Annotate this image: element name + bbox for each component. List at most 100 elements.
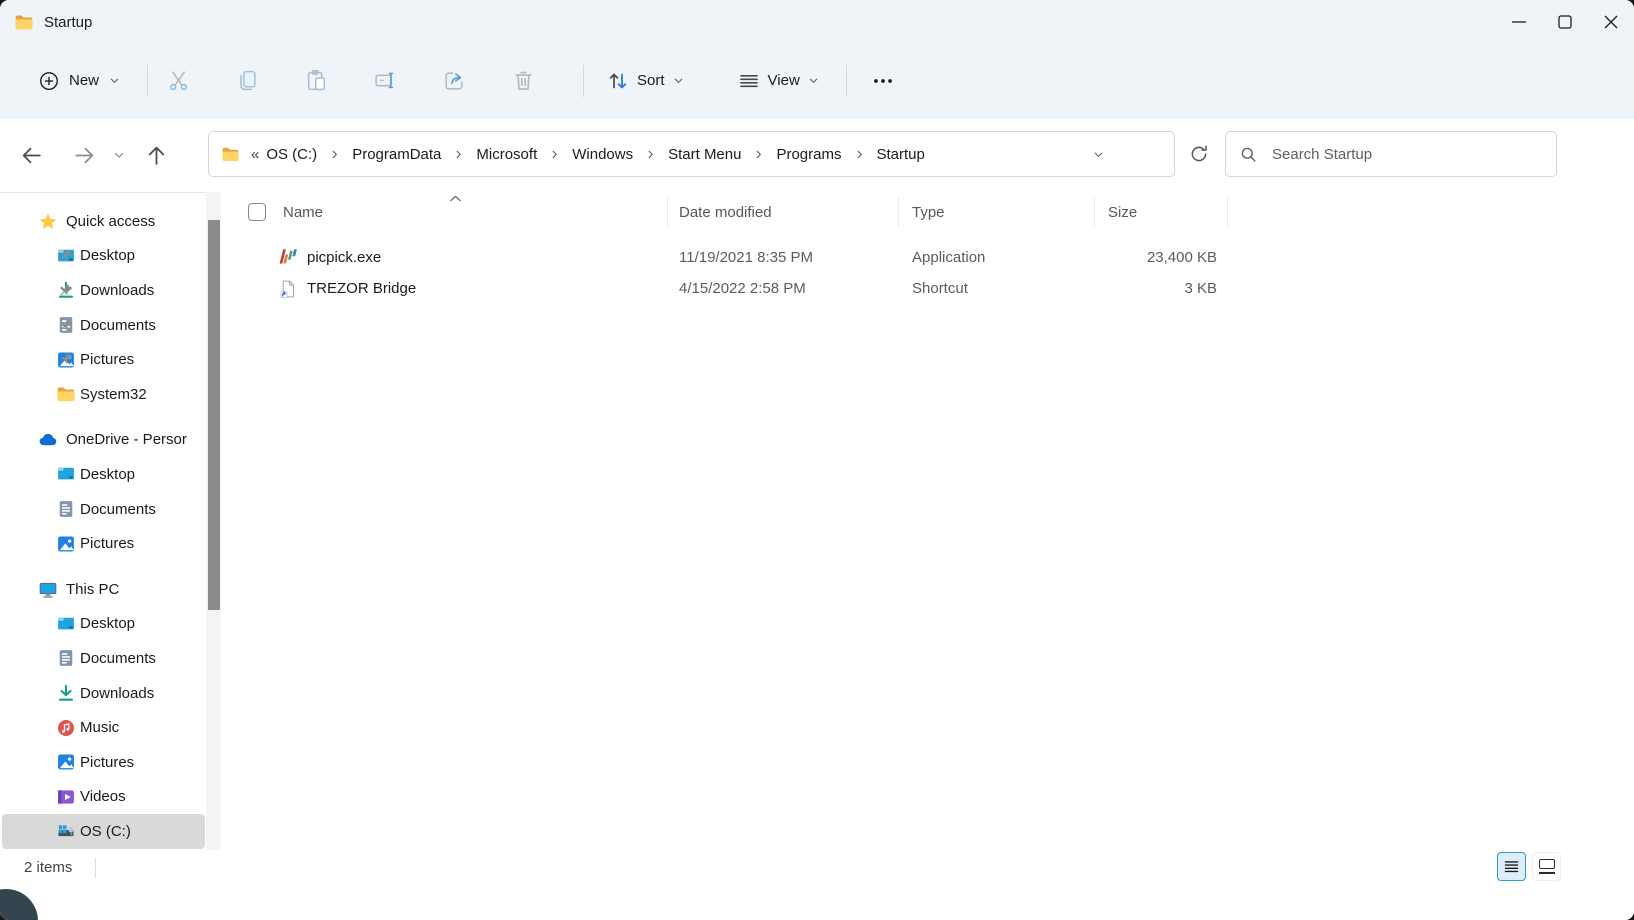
file-size: 23,400 KB (1147, 242, 1217, 273)
column-separator[interactable] (1094, 197, 1095, 227)
copy-button[interactable] (224, 58, 270, 104)
sort-icon (606, 69, 630, 93)
breadcrumb-chevron-icon (549, 149, 560, 160)
history-chevron-icon (112, 148, 126, 162)
view-button-label: View (768, 72, 800, 89)
sidebar-item-pictures[interactable]: Pictures (2, 526, 205, 561)
column-separator[interactable] (898, 197, 899, 227)
sidebar-item-os-c[interactable]: OS (C:) (2, 814, 205, 849)
sidebar-item-music[interactable]: Music (2, 710, 205, 745)
search-input[interactable] (1270, 145, 1524, 164)
sidebar-item-pictures[interactable]: Pictures (2, 745, 205, 780)
minimize-icon (1507, 10, 1531, 34)
sidebar-item-label: System32 (80, 386, 147, 403)
maximize-button[interactable] (1542, 0, 1588, 44)
share-button[interactable] (431, 58, 477, 104)
file-size: 3 KB (1184, 273, 1217, 304)
paste-button[interactable] (293, 58, 339, 104)
navigation-pane: Quick accessDesktopDownloadsDocumentsPic… (0, 192, 207, 850)
close-button[interactable] (1588, 0, 1634, 44)
pin-icon (56, 246, 76, 266)
sidebar-item-documents[interactable]: Documents (2, 308, 205, 343)
thumbnails-view-button[interactable] (1532, 852, 1561, 881)
forward-button[interactable] (72, 143, 96, 168)
minimize-button[interactable] (1496, 0, 1542, 44)
details-view-icon (1503, 858, 1520, 875)
sidebar-item-system32[interactable]: System32 (2, 377, 205, 412)
search-icon (1239, 145, 1258, 164)
view-lines-icon (737, 69, 761, 93)
new-button[interactable]: New (28, 62, 131, 100)
breadcrumb: OS (C:) ProgramData Microsoft Windows Start … (263, 144, 928, 165)
sidebar-item-label: This PC (66, 581, 119, 598)
breadcrumb-segment[interactable]: Windows (569, 144, 636, 165)
rename-icon (373, 68, 398, 93)
rename-button[interactable] (362, 58, 408, 104)
documents-icon (56, 499, 76, 519)
window-title: Startup (44, 14, 92, 31)
cut-button[interactable] (155, 58, 201, 104)
breadcrumb-segment[interactable]: Start Menu (665, 144, 744, 165)
breadcrumb-segment[interactable]: Startup (874, 144, 928, 165)
ellipsis-icon (870, 68, 896, 94)
breadcrumb-segment[interactable]: Microsoft (473, 144, 540, 165)
back-button[interactable] (19, 143, 43, 168)
column-header-size[interactable]: Size (1108, 192, 1137, 232)
sidebar-item-onedrive-persor[interactable]: OneDrive - Persor (2, 423, 205, 458)
column-header-name[interactable]: Name (283, 192, 323, 232)
sidebar-item-label: Quick access (66, 213, 155, 230)
column-header-type[interactable]: Type (912, 192, 945, 232)
sidebar-item-label: Desktop (80, 247, 135, 264)
pin-icon (56, 350, 76, 370)
file-name[interactable]: picpick.exe (307, 242, 381, 273)
address-bar[interactable]: « OS (C:) ProgramData Microsoft Windows Star… (208, 131, 1175, 177)
breadcrumb-segment[interactable]: OS (C:) (263, 144, 320, 165)
sort-button[interactable]: Sort (596, 61, 695, 101)
sidebar-item-documents[interactable]: Documents (2, 641, 205, 676)
breadcrumb-segment[interactable]: ProgramData (349, 144, 444, 165)
delete-button[interactable] (500, 58, 546, 104)
command-toolbar: New Sort View (0, 44, 1634, 118)
downloads-icon (56, 683, 76, 703)
share-icon (442, 68, 467, 93)
copy-icon (235, 68, 260, 93)
breadcrumb-segment[interactable]: Programs (773, 144, 844, 165)
sidebar-item-pictures[interactable]: Pictures (2, 342, 205, 377)
recent-locations-button[interactable] (112, 148, 126, 162)
file-name[interactable]: TREZOR Bridge (307, 273, 416, 304)
sidebar-item-desktop[interactable]: Desktop (2, 239, 205, 274)
file-row[interactable]: picpick.exe11/19/2021 8:35 PMApplication… (221, 242, 1634, 273)
view-button[interactable]: View (727, 61, 830, 101)
sidebar-scrollbar-thumb[interactable] (208, 220, 220, 610)
column-separator[interactable] (667, 197, 668, 227)
sidebar-item-downloads[interactable]: Downloads (2, 273, 205, 308)
sidebar-item-videos[interactable]: Videos (2, 780, 205, 815)
breadcrumb-collapsed-indicator[interactable]: « (251, 146, 259, 163)
refresh-button[interactable] (1184, 131, 1214, 177)
column-header-date-modified[interactable]: Date modified (679, 192, 772, 232)
column-separator[interactable] (1227, 197, 1228, 227)
details-view-button[interactable] (1497, 852, 1526, 881)
up-button[interactable] (144, 143, 168, 168)
refresh-icon (1188, 143, 1210, 165)
more-options-button[interactable] (863, 61, 903, 101)
sidebar-item-downloads[interactable]: Downloads (2, 676, 205, 711)
chevron-down-icon (807, 74, 820, 87)
file-date-modified: 4/15/2022 2:58 PM (679, 273, 806, 304)
select-all-checkbox[interactable] (248, 203, 266, 221)
sidebar-item-label: Desktop (80, 615, 135, 632)
address-dropdown-button[interactable] (1086, 132, 1111, 176)
file-row[interactable]: TREZOR Bridge4/15/2022 2:58 PMShortcut3 … (221, 273, 1634, 304)
status-bar: 2 items (0, 850, 1634, 920)
close-icon (1599, 10, 1623, 34)
sidebar-item-quick-access[interactable]: Quick access (2, 204, 205, 239)
sort-ascending-icon (448, 193, 463, 204)
sidebar-item-documents[interactable]: Documents (2, 492, 205, 527)
sidebar-item-desktop[interactable]: Desktop (2, 457, 205, 492)
view-toggles (1497, 852, 1561, 881)
sidebar-item-this-pc[interactable]: This PC (2, 572, 205, 607)
breadcrumb-chevron-icon (854, 149, 865, 160)
back-icon (19, 143, 44, 168)
sidebar-item-desktop[interactable]: Desktop (2, 607, 205, 642)
sidebar-scrollbar-track[interactable] (206, 192, 221, 850)
